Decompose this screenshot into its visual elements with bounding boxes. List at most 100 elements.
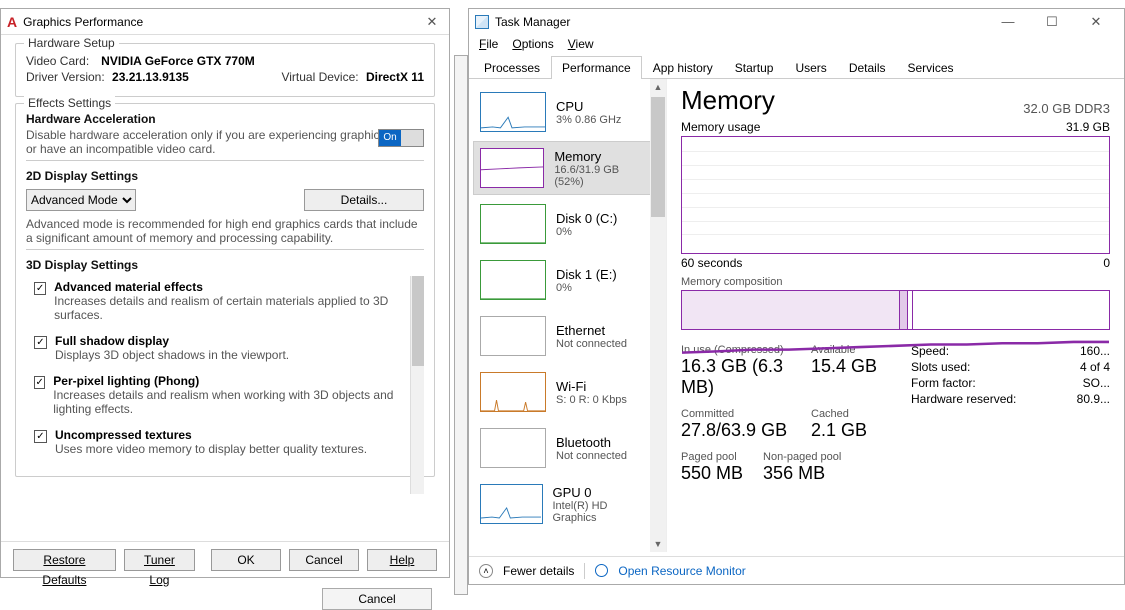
2d-desc: Advanced mode is recommended for high en… [26,217,424,245]
option-desc: Increases details and realism of certain… [54,294,410,322]
sidebar-card-cpu[interactable]: CPU 3% 0.86 GHz [473,85,656,139]
card-thumb [480,428,546,468]
tab-services[interactable]: Services [897,56,965,79]
effects-legend: Effects Settings [24,96,115,110]
sidebar-scrollbar[interactable]: ▲ ▼ [650,79,666,552]
card-title: Disk 0 (C:) [556,211,617,226]
option-row: Full shadow display Displays 3D object s… [26,330,410,370]
card-title: Bluetooth [556,435,627,450]
sidebar-card-gpu-0[interactable]: GPU 0 Intel(R) HD Graphics [473,477,656,531]
tm-titlebar[interactable]: Task Manager — ☐ ✕ [469,9,1124,35]
video-card-label: Video Card: [26,54,89,68]
close-button[interactable]: ✕ [1074,9,1118,35]
tab-startup[interactable]: Startup [724,56,785,79]
option-title: Uncompressed textures [55,428,367,442]
display-mode-combo[interactable]: Advanced Mode [26,189,136,211]
sidebar-card-memory[interactable]: Memory 16.6/31.9 GB (52%) [473,141,656,195]
memory-composition-chart [681,290,1110,330]
driver-label: Driver Version: [26,70,105,84]
help-button[interactable]: Help [367,549,437,571]
card-thumb [480,260,546,300]
card-sub: S: 0 R: 0 Kbps [556,394,627,406]
menu-file[interactable]: File [479,37,498,51]
scroll-down-arrow[interactable]: ▼ [650,536,666,552]
resource-monitor-icon [595,564,608,577]
close-icon[interactable]: ✕ [421,14,443,30]
chevron-up-icon[interactable]: ˄ [479,564,493,578]
footer-divider [584,563,585,579]
option-desc: Increases details and realism when worki… [53,388,410,416]
perf-sidebar: CPU 3% 0.86 GHz Memory 16.6/31.9 GB (52%… [469,79,667,552]
acad-window-title: Graphics Performance [23,15,421,29]
card-sub: 3% 0.86 GHz [556,114,621,126]
option-title: Full shadow display [55,334,289,348]
option-row: Advanced material effects Increases deta… [26,276,410,330]
hardware-legend: Hardware Setup [24,36,119,50]
scroll-up-arrow[interactable]: ▲ [650,79,666,95]
sidebar-card-disk-0-c-[interactable]: Disk 0 (C:) 0% [473,197,656,251]
scroll-thumb[interactable] [412,276,424,366]
graphics-performance-window: A Graphics Performance ✕ Hardware Setup … [0,8,450,578]
usage-max: 31.9 GB [1066,120,1110,134]
virtual-device-value: DirectX 11 [366,70,424,84]
tab-processes[interactable]: Processes [473,56,551,79]
tm-window-title: Task Manager [495,15,986,29]
tab-app-history[interactable]: App history [642,56,724,79]
details-button[interactable]: Details... [304,189,424,211]
tab-performance[interactable]: Performance [551,56,642,79]
acad-titlebar[interactable]: A Graphics Performance ✕ [1,9,449,35]
option-desc: Displays 3D object shadows in the viewpo… [55,348,289,362]
checkbox[interactable] [34,430,47,443]
tuner-log-button[interactable]: Tuner Log [124,549,195,571]
minimize-button[interactable]: — [986,9,1030,35]
task-manager-window: Task Manager — ☐ ✕ File Options View Pro… [468,8,1125,585]
task-manager-icon [475,15,489,29]
page-title: Memory [681,85,775,116]
hw-accel-toggle[interactable]: On [378,129,424,147]
acad-footer: Restore Defaults Tuner Log OK Cancel Hel… [1,541,449,577]
sidebar-scroll-thumb[interactable] [651,97,665,217]
restore-defaults-button[interactable]: Restore Defaults [13,549,116,571]
sidebar-card-wi-fi[interactable]: Wi-Fi S: 0 R: 0 Kbps [473,365,656,419]
card-title: CPU [556,99,621,114]
card-sub: Intel(R) HD Graphics [553,500,650,524]
checkbox[interactable] [34,336,47,349]
menu-options[interactable]: Options [512,37,553,51]
option-row: Per-pixel lighting (Phong) Increases det… [26,370,410,424]
card-title: Wi-Fi [556,379,627,394]
card-thumb [480,316,546,356]
card-sub: Not connected [556,338,627,350]
fewer-details-link[interactable]: Fewer details [503,564,574,578]
menu-view[interactable]: View [568,37,594,51]
sidebar-card-disk-1-e-[interactable]: Disk 1 (E:) 0% [473,253,656,307]
tab-details[interactable]: Details [838,56,897,79]
autocad-app-icon: A [7,14,17,30]
cancel-button[interactable]: Cancel [289,549,359,571]
perf-main: Memory 32.0 GB DDR3 Memory usage 31.9 GB [667,79,1124,552]
card-title: Ethernet [556,323,627,338]
open-resource-monitor-link[interactable]: Open Resource Monitor [618,564,745,578]
tab-users[interactable]: Users [784,56,837,79]
checkbox[interactable] [34,282,46,295]
card-thumb [480,204,546,244]
ok-button[interactable]: OK [211,549,281,571]
maximize-button[interactable]: ☐ [1030,9,1074,35]
card-thumb [480,372,546,412]
option-title: Advanced material effects [54,280,410,294]
sidebar-card-bluetooth[interactable]: Bluetooth Not connected [473,421,656,475]
card-title: Memory [554,149,649,164]
menu-bar: File Options View [469,35,1124,55]
hw-accel-label: Hardware Acceleration [26,112,424,126]
card-thumb [480,484,543,524]
3d-scrollbar[interactable] [410,276,424,494]
3d-settings-title: 3D Display Settings [26,258,424,272]
sidebar-card-ethernet[interactable]: Ethernet Not connected [473,309,656,363]
toggle-off-side [401,130,423,146]
checkbox[interactable] [34,376,45,389]
card-title: GPU 0 [553,485,650,500]
usage-label: Memory usage [681,120,760,134]
behind-cancel-button: Cancel [322,588,432,610]
hw-accel-desc: Disable hardware acceleration only if yo… [26,128,424,156]
card-title: Disk 1 (E:) [556,267,617,282]
option-desc: Uses more video memory to display better… [55,442,367,456]
